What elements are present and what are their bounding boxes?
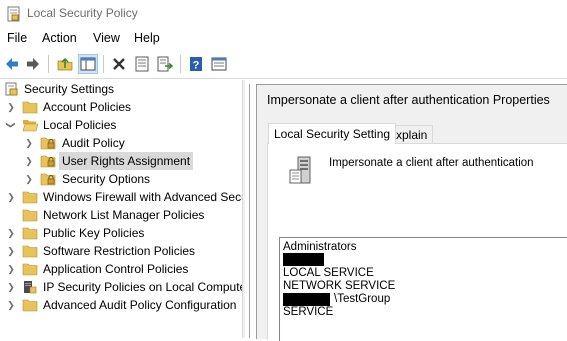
folder-icon xyxy=(22,101,38,114)
properties-icon[interactable] xyxy=(132,54,152,74)
tree-item-ip-security-policies[interactable]: ❯ IP Security Policies on Local Compute xyxy=(0,278,242,296)
tree-item-network-list-manager[interactable]: Network List Manager Policies xyxy=(0,206,242,224)
folder-icon xyxy=(22,191,38,204)
chevron-right-icon[interactable]: ❯ xyxy=(24,170,34,188)
menu-action[interactable]: Action xyxy=(42,31,77,45)
tree-label: IP Security Policies on Local Compute xyxy=(43,280,242,294)
accounts-list[interactable]: Administrators LOCAL SERVICE NETWORK SER… xyxy=(279,237,567,341)
tab-panel: Impersonate a client after authenticatio… xyxy=(267,143,567,341)
chevron-down-icon[interactable]: ❯ xyxy=(2,120,20,130)
tree-item-advanced-audit-policy[interactable]: ❯ Advanced Audit Policy Configuration xyxy=(0,296,242,314)
chevron-right-icon[interactable]: ❯ xyxy=(6,98,16,116)
tree-item-application-control[interactable]: ❯ Application Control Policies xyxy=(0,260,242,278)
export-list-icon[interactable] xyxy=(155,54,175,74)
tree-label: User Rights Assignment xyxy=(59,152,194,170)
folder-icon xyxy=(22,209,38,222)
tree-label: Advanced Audit Policy Configuration xyxy=(43,298,237,312)
tree-label: Account Policies xyxy=(43,100,132,114)
svg-text:?: ? xyxy=(193,60,200,72)
tab-local-security-setting[interactable]: Local Security Setting xyxy=(268,123,397,144)
menu-help[interactable]: Help xyxy=(134,31,160,45)
toolbar-separator xyxy=(103,55,104,73)
menu-file[interactable]: File xyxy=(7,31,27,45)
chevron-right-icon[interactable]: ❯ xyxy=(6,224,16,242)
tree-label: Public Key Policies xyxy=(43,226,145,240)
list-item-redacted[interactable] xyxy=(283,253,324,266)
menu-bar: File Action View Help xyxy=(0,29,567,49)
list-item-network-service[interactable]: NETWORK SERVICE xyxy=(283,280,395,293)
security-settings-icon xyxy=(5,82,18,96)
tree-item-audit-policy[interactable]: ❯ Audit Policy xyxy=(0,134,242,152)
folder-icon xyxy=(22,245,38,258)
tree-item-user-rights-assignment[interactable]: ❯ User Rights Assignment xyxy=(0,152,242,170)
redaction-bar xyxy=(283,293,330,306)
server-policy-icon xyxy=(289,156,311,184)
locked-folder-icon xyxy=(40,155,56,168)
tree-label: Application Control Policies xyxy=(43,262,189,276)
group-name: \TestGroup xyxy=(334,293,391,305)
dialog-title: Impersonate a client after authenticatio… xyxy=(267,93,550,107)
chevron-right-icon[interactable]: ❯ xyxy=(6,242,16,260)
menu-view[interactable]: View xyxy=(93,31,120,45)
window-title: Local Security Policy xyxy=(27,6,138,20)
tree-item-public-key-policies[interactable]: ❯ Public Key Policies xyxy=(0,224,242,242)
chevron-right-icon[interactable]: ❯ xyxy=(6,296,16,314)
tree-label: Local Policies xyxy=(43,118,117,132)
tree-label: Security Options xyxy=(62,172,151,186)
ip-security-icon xyxy=(24,281,37,294)
forward-arrow-icon[interactable] xyxy=(23,54,43,74)
chevron-right-icon[interactable]: ❯ xyxy=(6,260,16,278)
redaction-bar xyxy=(283,253,324,266)
back-arrow-icon[interactable] xyxy=(2,54,22,74)
toolbar-separator xyxy=(48,55,49,73)
folder-icon xyxy=(22,227,38,240)
tree-label: Security Settings xyxy=(24,82,115,96)
tree-label: Software Restriction Policies xyxy=(43,244,196,258)
tree-item-security-settings[interactable]: Security Settings xyxy=(0,80,242,98)
open-folder-icon xyxy=(22,120,38,132)
tree-item-local-policies[interactable]: ❯ Local Policies xyxy=(0,116,242,134)
toolbar-separator xyxy=(180,55,181,73)
folder-icon xyxy=(22,299,38,312)
chevron-right-icon[interactable]: ❯ xyxy=(24,152,34,170)
locked-folder-icon xyxy=(40,173,56,186)
up-folder-icon[interactable] xyxy=(55,54,75,74)
list-item-service[interactable]: SERVICE xyxy=(283,306,333,319)
tree-item-security-options[interactable]: ❯ Security Options xyxy=(0,170,242,188)
details-pane-border xyxy=(249,84,250,338)
console-view-icon[interactable] xyxy=(209,54,229,74)
toolbar-divider xyxy=(0,78,567,79)
security-policy-app-icon xyxy=(7,6,20,22)
delete-icon[interactable] xyxy=(109,54,129,74)
tree-label: Windows Firewall with Advanced Secu xyxy=(43,190,242,204)
folder-icon xyxy=(22,263,38,276)
help-icon[interactable]: ? xyxy=(186,54,206,74)
show-hide-tree-icon[interactable] xyxy=(78,54,98,74)
list-item-testgroup[interactable]: \TestGroup xyxy=(283,293,390,306)
tree-item-account-policies[interactable]: ❯ Account Policies xyxy=(0,98,242,116)
tree-label: Network List Manager Policies xyxy=(43,208,205,222)
tree-label: Audit Policy xyxy=(62,136,125,150)
policy-name: Impersonate a client after authenticatio… xyxy=(329,157,534,169)
chevron-right-icon[interactable]: ❯ xyxy=(6,188,16,206)
tree-item-windows-firewall[interactable]: ❯ Windows Firewall with Advanced Secu xyxy=(0,188,242,206)
navigation-tree[interactable]: Security Settings ❯ Account Policies ❯ L… xyxy=(0,80,242,338)
properties-dialog: Impersonate a client after authenticatio… xyxy=(256,84,567,341)
locked-folder-icon xyxy=(40,137,56,150)
title-bar: Local Security Policy xyxy=(0,0,567,28)
chevron-right-icon[interactable]: ❯ xyxy=(6,278,16,296)
tree-item-software-restriction[interactable]: ❯ Software Restriction Policies xyxy=(0,242,242,260)
chevron-right-icon[interactable]: ❯ xyxy=(24,134,34,152)
list-item-local-service[interactable]: LOCAL SERVICE xyxy=(283,267,374,280)
toolbar: ? xyxy=(0,51,567,77)
